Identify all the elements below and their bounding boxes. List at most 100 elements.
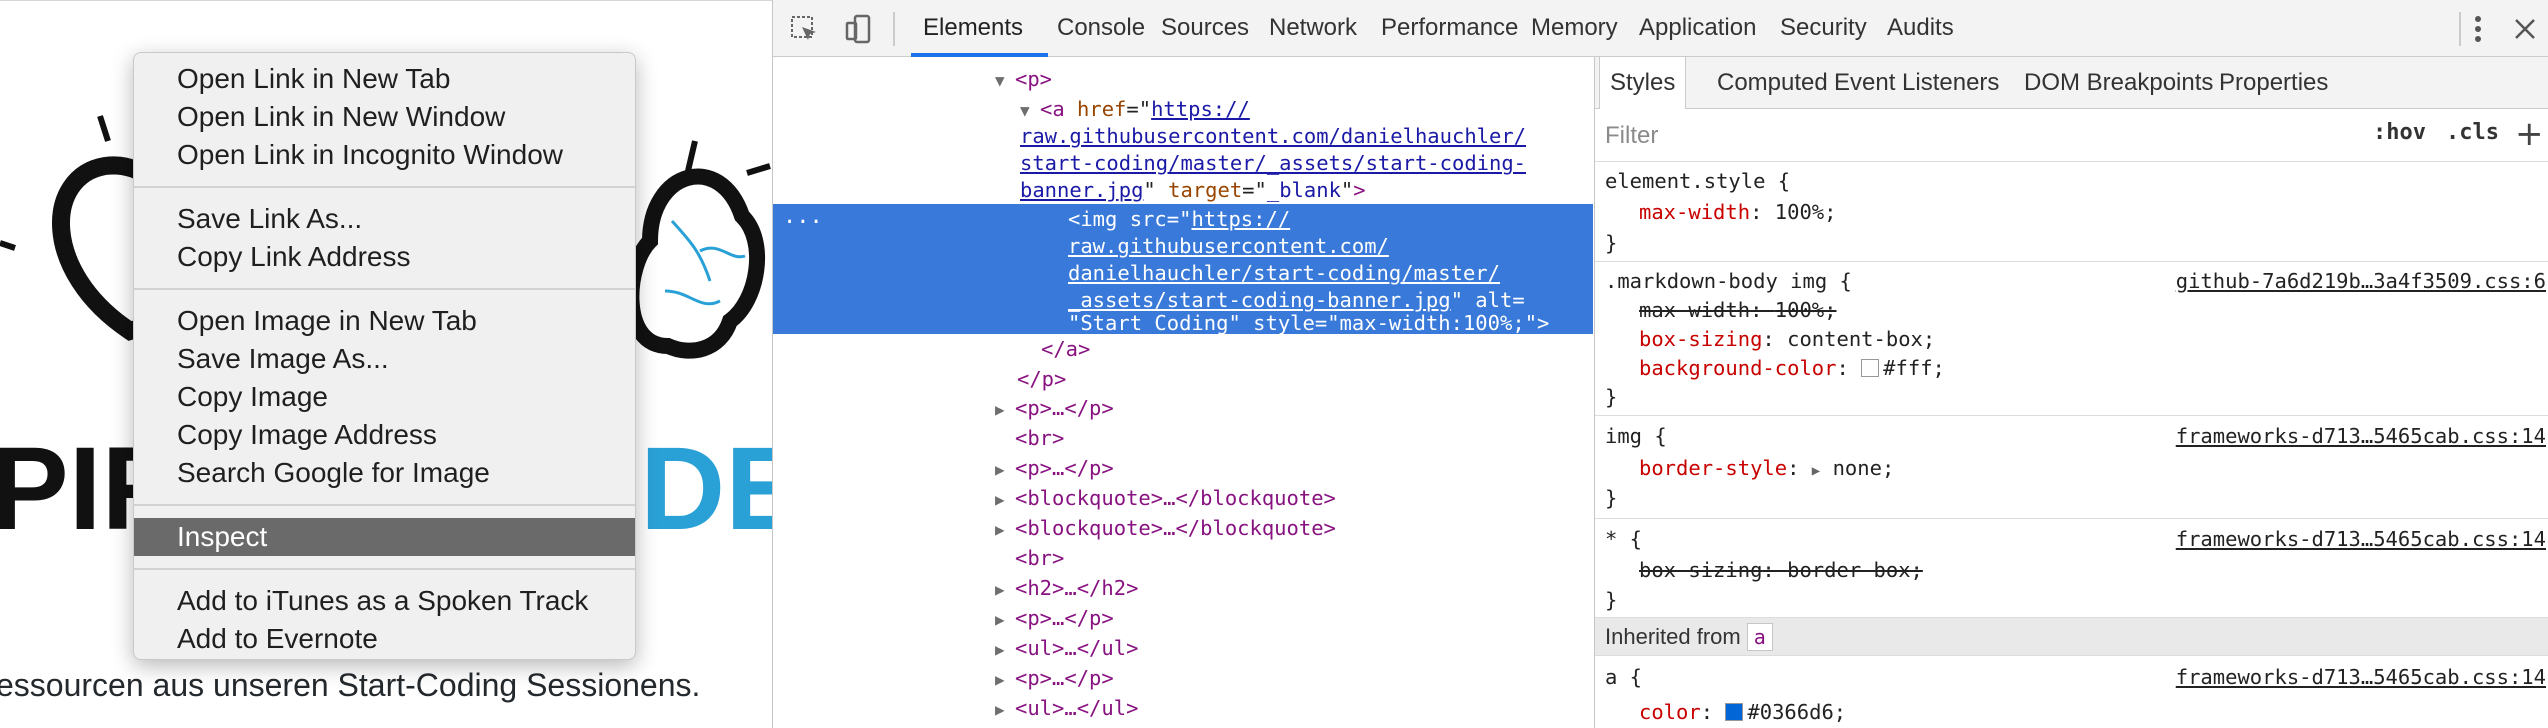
dom-node-p-close[interactable]: </p>: [1017, 364, 1066, 394]
hover-state-button[interactable]: :hov: [2373, 120, 2426, 145]
rule-universal[interactable]: * { frameworks-d713…5465cab.css:14 box-s…: [1595, 519, 2548, 618]
rule-source-link[interactable]: frameworks-d713…5465cab.css:14: [2176, 422, 2546, 450]
inspect-element-icon[interactable]: [787, 12, 821, 46]
node-actions-dots[interactable]: ...: [783, 204, 823, 229]
context-menu-item[interactable]: Add to Evernote: [134, 620, 635, 658]
dom-node[interactable]: ▶ <ul>…</ul>: [995, 693, 1138, 723]
more-options-icon[interactable]: [2461, 12, 2495, 46]
color-swatch[interactable]: [1725, 703, 1744, 721]
css-value[interactable]: 100%;: [1775, 298, 1837, 322]
page-paragraph-text: essourcen aus unseren Start-Coding Sessi…: [0, 667, 701, 703]
css-value[interactable]: 100%;: [1775, 200, 1837, 224]
context-menu-item[interactable]: Copy Image: [134, 378, 635, 416]
tab-elements[interactable]: Elements: [923, 0, 1023, 57]
dom-node[interactable]: ▶ <h2>…</h2>: [995, 573, 1138, 603]
css-property[interactable]: color: [1639, 700, 1701, 724]
collapsed-triangle-icon[interactable]: ▶: [995, 395, 1015, 425]
css-property[interactable]: max-width: [1639, 200, 1750, 224]
dom-href-line[interactable]: start-coding/master/_assets/start-coding…: [1020, 148, 1526, 178]
rule-a[interactable]: a { frameworks-d713…5465cab.css:14 color…: [1595, 657, 2548, 728]
context-menu-item[interactable]: Copy Link Address: [134, 238, 635, 276]
styles-tab-properties[interactable]: Properties: [2219, 57, 2328, 109]
tab-sources[interactable]: Sources: [1161, 0, 1249, 57]
tab-application[interactable]: Application: [1639, 0, 1756, 57]
css-property[interactable]: box-sizing: [1639, 327, 1762, 351]
color-swatch[interactable]: [1861, 359, 1880, 377]
styles-tab-styles[interactable]: Styles: [1599, 57, 1687, 109]
collapsed-triangle-icon[interactable]: ▶: [995, 635, 1015, 665]
rule-source-link[interactable]: frameworks-d713…5465cab.css:14: [2176, 525, 2546, 553]
rule-selector[interactable]: img {: [1605, 422, 1667, 450]
collapsed-triangle-icon[interactable]: ▶: [995, 665, 1015, 695]
dom-node-p[interactable]: ▼ <p>: [995, 64, 1052, 94]
dom-node[interactable]: ▶ <ul>…</ul>: [995, 633, 1138, 663]
rule-img[interactable]: img { frameworks-d713…5465cab.css:14 bor…: [1595, 417, 2548, 519]
expanded-triangle-icon[interactable]: ▼: [995, 66, 1015, 96]
dom-href-line[interactable]: raw.githubusercontent.com/danielhauchler…: [1020, 121, 1526, 151]
context-menu-item[interactable]: Inspect: [134, 518, 635, 556]
context-menu: Open Link in New Tab Open Link in New Win…: [133, 52, 636, 660]
rule-source-link[interactable]: frameworks-d713…5465cab.css:14: [2176, 663, 2546, 691]
collapsed-triangle-icon[interactable]: ▶: [995, 605, 1015, 635]
dom-node[interactable]: ▶ <p>…</p>: [995, 453, 1114, 483]
dom-node-a[interactable]: ▼ <a href="https://: [1020, 94, 1250, 124]
context-menu-item[interactable]: Open Link in Incognito Window: [134, 136, 635, 174]
rule-markdown-body-img[interactable]: .markdown-body img { github-7a6d219b…3a4…: [1595, 262, 2548, 416]
css-value[interactable]: #0366d6;: [1747, 700, 1846, 724]
tab-audits[interactable]: Audits: [1887, 0, 1954, 57]
rule-element-style[interactable]: element.style { max-width: 100%; }: [1595, 162, 2548, 262]
css-value[interactable]: none;: [1833, 456, 1895, 480]
context-menu-item[interactable]: Add to iTunes as a Spoken Track: [134, 582, 635, 620]
collapsed-triangle-icon[interactable]: ▶: [995, 695, 1015, 725]
expand-triangle-icon[interactable]: ▶: [1812, 463, 1820, 479]
inherited-element-tag[interactable]: a: [1746, 623, 1773, 651]
dom-node[interactable]: ▶ <p>…</p>: [995, 393, 1114, 423]
collapsed-triangle-icon[interactable]: ▶: [995, 485, 1015, 515]
collapsed-triangle-icon[interactable]: ▶: [995, 515, 1015, 545]
context-menu-item[interactable]: Open Link in New Tab: [134, 60, 635, 98]
dom-node[interactable]: ▶ <p>…</p>: [995, 603, 1114, 633]
new-style-rule-icon[interactable]: +: [2515, 114, 2544, 154]
dom-node[interactable]: ▶ <blockquote>…</blockquote>: [995, 483, 1336, 513]
context-menu-item[interactable]: Copy Image Address: [134, 416, 635, 454]
selected-dom-node-img[interactable]: ... <img src="https:// raw.githubusercon…: [773, 204, 1593, 335]
styles-tab-event-listeners[interactable]: Event Listeners: [1834, 57, 1999, 109]
css-property[interactable]: box-sizing: [1639, 558, 1762, 582]
tab-security[interactable]: Security: [1780, 0, 1867, 57]
close-icon[interactable]: [2508, 12, 2542, 46]
dom-node[interactable]: ▶ <p>…</p>: [995, 663, 1114, 693]
dom-node[interactable]: ▶ <blockquote>…</blockquote>: [995, 513, 1336, 543]
context-menu-item[interactable]: Save Link As...: [134, 200, 635, 238]
dom-node[interactable]: <br>: [1015, 543, 1064, 573]
class-toggle-button[interactable]: .cls: [2446, 120, 2499, 145]
css-value[interactable]: #fff;: [1883, 356, 1945, 380]
tab-network[interactable]: Network: [1269, 0, 1357, 57]
rule-selector[interactable]: element.style {: [1605, 167, 1790, 195]
dom-href-line[interactable]: banner.jpg" target="_blank">: [1020, 175, 1366, 205]
dom-node[interactable]: <br>: [1015, 423, 1064, 453]
context-menu-item[interactable]: Save Image As...: [134, 340, 635, 378]
css-value[interactable]: content-box;: [1787, 327, 1935, 351]
styles-tab-computed[interactable]: Computed: [1717, 57, 1828, 109]
rule-selector[interactable]: a {: [1605, 663, 1642, 691]
context-menu-item[interactable]: Open Link in New Window: [134, 98, 635, 136]
tab-performance[interactable]: Performance: [1381, 0, 1518, 57]
rule-selector[interactable]: * {: [1605, 525, 1642, 553]
styles-tab-dom-breakpoints[interactable]: DOM Breakpoints: [2024, 57, 2213, 109]
css-value[interactable]: border-box;: [1787, 558, 1923, 582]
styles-filter-input[interactable]: Filter: [1605, 122, 1658, 150]
device-toolbar-icon[interactable]: [841, 12, 875, 46]
dom-tree[interactable]: ──── ▼<p> ▼<a href="https:// raw.githubu…: [773, 57, 1593, 728]
css-property[interactable]: background-color: [1639, 356, 1836, 380]
context-menu-item[interactable]: Search Google for Image: [134, 454, 635, 492]
context-menu-item[interactable]: Open Image in New Tab: [134, 302, 635, 340]
rule-source-link[interactable]: github-7a6d219b…3a4f3509.css:6: [2176, 267, 2546, 295]
css-property[interactable]: border-style: [1639, 456, 1787, 480]
tab-console[interactable]: Console: [1057, 0, 1145, 57]
tab-memory[interactable]: Memory: [1531, 0, 1618, 57]
collapsed-triangle-icon[interactable]: ▶: [995, 455, 1015, 485]
rule-selector[interactable]: .markdown-body img {: [1605, 267, 1852, 295]
css-property[interactable]: max-width: [1639, 298, 1750, 322]
dom-node-a-close[interactable]: </a>: [1041, 334, 1090, 364]
collapsed-triangle-icon[interactable]: ▶: [995, 575, 1015, 605]
